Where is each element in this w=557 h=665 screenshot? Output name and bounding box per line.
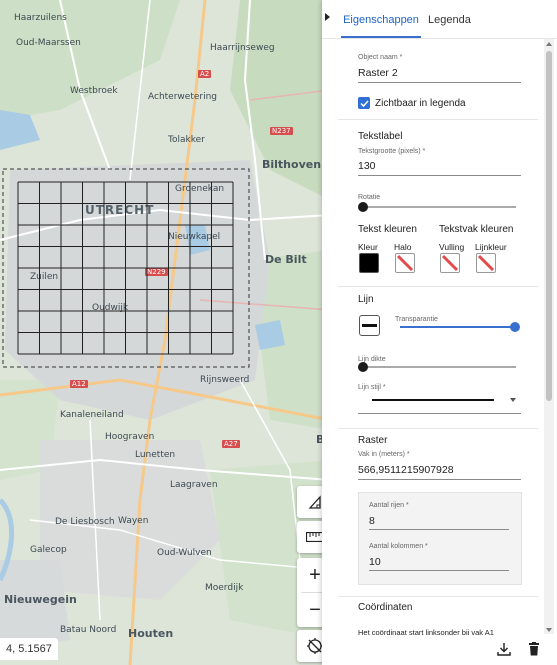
cell-size-input[interactable]: 566,9511215907928 [358, 464, 454, 476]
text-size-underline [358, 175, 521, 176]
divider [338, 286, 538, 287]
panel-tabs: Eigenschappen Legenda [322, 0, 557, 39]
download-icon [497, 643, 511, 656]
coordinates-readout: 4, 5.1567 [0, 638, 58, 660]
scroll-down-icon[interactable] [546, 628, 552, 632]
line-style-underline [358, 413, 521, 414]
text-colors-title: Tekst kleuren [358, 224, 417, 235]
coordinates-title: Coördinaten [358, 602, 413, 613]
panel-footer [322, 635, 557, 665]
line-style-dropdown-icon[interactable] [510, 398, 516, 402]
download-button[interactable] [495, 640, 513, 658]
lijnkleur-label: Lijnkleur [475, 242, 507, 252]
panel-scroll-area[interactable]: Object naam * Raster 2 Zichtbaar in lege… [338, 39, 549, 665]
cols-label: Aantal kolommen * [369, 543, 428, 550]
measure-area-icon [308, 495, 321, 509]
no-color-icon [396, 254, 414, 272]
check-icon [359, 99, 369, 107]
object-name-underline [358, 82, 521, 83]
lijnkleur-swatch[interactable] [476, 253, 496, 273]
cell-size-label: Vak in (meters) * [358, 451, 410, 458]
rotation-label: Rotatie [358, 194, 381, 201]
cols-underline [369, 570, 509, 571]
transparency-slider-thumb[interactable] [510, 322, 520, 332]
transparency-label: Transparantie [395, 316, 438, 323]
rows-label: Aantal rijen * [369, 502, 409, 509]
cell-size-underline [358, 479, 521, 480]
halo-label: Halo [394, 242, 412, 252]
properties-panel: Eigenschappen Legenda Object naam * Rast… [322, 0, 557, 665]
vulling-label: Vulling [439, 242, 465, 252]
no-color-icon [477, 254, 495, 272]
scroll-up-icon[interactable] [546, 42, 552, 46]
textbox-colors-title: Tekstvak kleuren [439, 224, 514, 235]
no-color-icon [441, 254, 459, 272]
divider [338, 428, 538, 429]
text-size-input[interactable]: 130 [358, 160, 376, 172]
kleur-label: Kleur [358, 242, 378, 252]
scrollbar-thumb[interactable] [546, 51, 552, 401]
line-color-swatch[interactable] [359, 315, 380, 336]
text-label-title: Tekstlabel [358, 131, 403, 142]
rotation-slider-thumb[interactable] [358, 202, 368, 212]
line-style-sample[interactable] [372, 399, 494, 401]
visible-in-legend-label: Zichtbaar in legenda [375, 98, 466, 109]
cols-input[interactable]: 10 [369, 556, 381, 568]
rows-underline [369, 529, 509, 530]
text-size-label: Tekstgrootte (pixels) * [358, 148, 426, 155]
rotation-slider[interactable] [363, 206, 516, 208]
halo-swatch[interactable] [395, 253, 415, 273]
panel-scrollbar[interactable] [544, 39, 554, 634]
object-name-input[interactable]: Raster 2 [358, 67, 398, 79]
visible-in-legend-checkbox[interactable] [358, 97, 370, 109]
kleur-swatch[interactable] [359, 253, 379, 273]
line-title: Lijn [358, 294, 374, 305]
line-sample-icon [362, 323, 377, 327]
grid-title: Raster [358, 435, 388, 446]
line-style-label: Lijn stijl * [358, 384, 386, 391]
collapse-panel-icon[interactable] [325, 13, 330, 21]
transparency-slider[interactable] [400, 326, 515, 328]
vulling-swatch[interactable] [440, 253, 460, 273]
object-name-label: Object naam * [358, 54, 403, 61]
delete-button[interactable] [525, 640, 543, 658]
divider [338, 119, 538, 120]
tab-eigenschappen[interactable]: Eigenschappen [341, 0, 421, 38]
divider [338, 596, 538, 597]
line-thickness-slider[interactable] [363, 366, 516, 368]
trash-icon [529, 642, 539, 656]
rows-input[interactable]: 8 [369, 515, 375, 527]
tab-legenda[interactable]: Legenda [428, 0, 471, 38]
line-thickness-slider-thumb[interactable] [358, 362, 368, 372]
